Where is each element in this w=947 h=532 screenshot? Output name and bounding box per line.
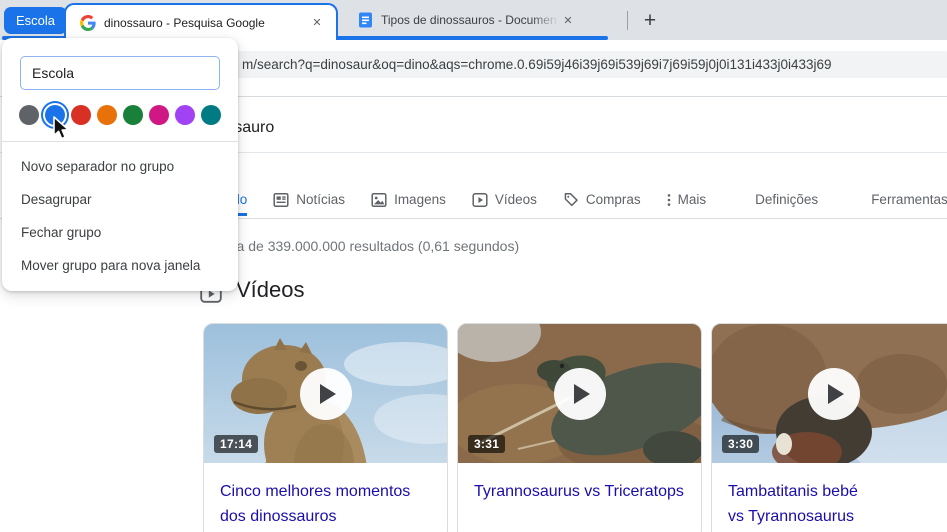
tag-icon — [562, 191, 580, 209]
videos-section-heading: Vídeos — [236, 277, 305, 303]
nav-tab-videos[interactable]: Vídeos — [471, 183, 537, 216]
video-icon — [471, 191, 489, 209]
close-tab-icon[interactable]: ✕ — [559, 11, 577, 29]
group-name-input[interactable] — [20, 56, 220, 90]
video-thumbnail[interactable]: 3:30 — [712, 324, 947, 463]
tab-title: Tipos de dinossauros - Documen — [381, 13, 557, 27]
tab-dinossauro[interactable]: dinossauro - Pesquisa Google ✕ — [64, 3, 338, 40]
browser-window: Escola dinossauro - Pesquisa Google ✕ Ti… — [0, 0, 947, 532]
play-button-icon[interactable] — [554, 368, 606, 420]
tab-tipos-de-dinossauros[interactable]: Tipos de dinossauros - Documen ✕ — [348, 6, 606, 34]
close-tab-icon[interactable]: ✕ — [308, 14, 326, 32]
video-thumbnail[interactable]: 17:14 — [204, 324, 447, 463]
nav-ferramentas[interactable]: Ferramentas — [871, 183, 947, 216]
tab-strip-divider — [627, 11, 628, 30]
color-swatch-orange[interactable] — [97, 105, 117, 125]
play-button-icon[interactable] — [808, 368, 860, 420]
video-duration-badge: 3:31 — [468, 435, 505, 453]
color-swatch-green[interactable] — [123, 105, 143, 125]
mouse-cursor — [52, 116, 72, 142]
news-icon — [272, 191, 290, 209]
video-title-link[interactable]: Cinco melhores momentos dos dinossauros — [204, 463, 447, 529]
menu-item-close-group[interactable]: Fechar grupo — [2, 216, 238, 249]
menu-item-new-tab-in-group[interactable]: Novo separador no grupo — [2, 150, 238, 183]
nav-definicoes[interactable]: Definições — [755, 183, 818, 216]
tab-strip: Escola dinossauro - Pesquisa Google ✕ Ti… — [0, 0, 947, 40]
new-tab-button[interactable]: + — [637, 8, 663, 34]
tab-title: dinossauro - Pesquisa Google — [104, 16, 308, 30]
image-icon — [370, 191, 388, 209]
address-bar[interactable]: m/search?q=dinosaur&oq=dino&aqs=chrome.0… — [170, 51, 947, 78]
color-swatch-teal[interactable] — [201, 105, 221, 125]
google-docs-icon — [358, 12, 373, 28]
google-favicon — [80, 15, 96, 31]
nav-tab-compras[interactable]: Compras — [562, 183, 641, 216]
nav-tab-mais[interactable]: Mais — [666, 183, 707, 216]
video-card[interactable]: 17:14 Cinco melhores momentos dos dinoss… — [203, 323, 448, 532]
color-swatch-pink[interactable] — [149, 105, 169, 125]
tab-group-chip[interactable]: Escola — [4, 7, 67, 34]
group-color-picker — [19, 105, 221, 125]
video-thumbnail[interactable]: 3:31 — [458, 324, 701, 463]
video-duration-badge: 17:14 — [214, 435, 258, 453]
color-swatch-red[interactable] — [71, 105, 91, 125]
more-dots-icon — [666, 191, 672, 209]
video-card[interactable]: 3:30 Tambatitanis bebé vs Tyrannosaurus — [711, 323, 947, 532]
menu-items: Novo separador no grupo Desagrupar Fecha… — [2, 142, 238, 282]
result-stats: Cerca de 339.000.000 resultados (0,61 se… — [207, 238, 519, 254]
menu-item-ungroup[interactable]: Desagrupar — [2, 183, 238, 216]
menu-item-move-group-to-new-window[interactable]: Mover grupo para nova janela — [2, 249, 238, 282]
video-duration-badge: 3:30 — [722, 435, 759, 453]
play-button-icon[interactable] — [300, 368, 352, 420]
video-title-link[interactable]: Tyrannosaurus vs Triceratops — [458, 463, 701, 504]
color-swatch-grey[interactable] — [19, 105, 39, 125]
video-title-link[interactable]: Tambatitanis bebé vs Tyrannosaurus — [712, 463, 880, 529]
nav-tab-imagens[interactable]: Imagens — [370, 183, 446, 216]
color-swatch-purple[interactable] — [175, 105, 195, 125]
tab-group-menu: Novo separador no grupo Desagrupar Fecha… — [2, 38, 238, 291]
video-card[interactable]: 3:31 Tyrannosaurus vs Triceratops — [457, 323, 702, 532]
results-nav: Tudo Notícias Imagens — [217, 183, 947, 216]
nav-tab-noticias[interactable]: Notícias — [272, 183, 345, 216]
